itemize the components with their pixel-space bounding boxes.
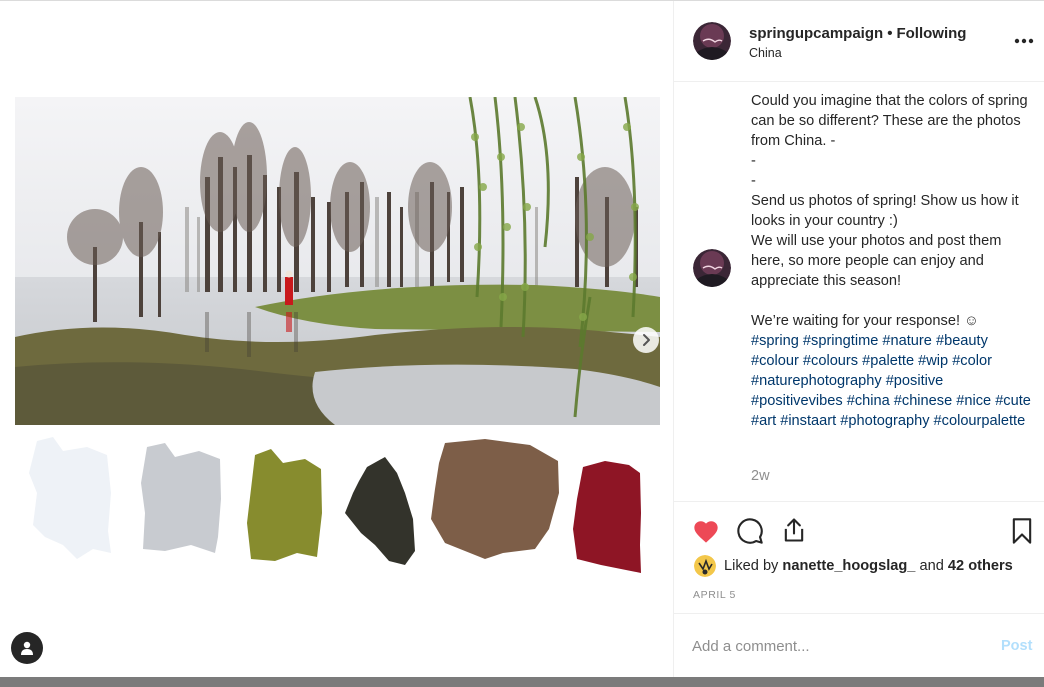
post-sidebar: springupcampaign • Following China Could y…	[673, 1, 1044, 677]
heart-icon	[694, 521, 718, 543]
color-palette-swatches	[15, 433, 660, 578]
comment-input[interactable]	[692, 636, 992, 656]
liked-by-and: and	[919, 558, 944, 574]
post-photo[interactable]	[15, 97, 660, 425]
save-button[interactable]	[1007, 516, 1037, 546]
comment-bubble-icon	[737, 518, 763, 544]
following-button[interactable]: Following	[896, 25, 966, 42]
share-button[interactable]	[779, 515, 809, 545]
chevron-right-icon	[643, 334, 650, 346]
comment-button[interactable]	[735, 516, 765, 546]
profile-button[interactable]	[11, 632, 43, 664]
separator-dot: •	[887, 25, 893, 42]
swatch-4	[345, 457, 415, 565]
bookmark-icon	[1012, 518, 1032, 544]
avatar[interactable]	[693, 22, 731, 60]
location-link[interactable]: China	[749, 46, 782, 60]
comment-box: Post	[674, 614, 1044, 677]
likes-summary: Liked by nanette_hoogslag_ and 42 others	[694, 554, 1013, 578]
liked-by-user-link[interactable]: nanette_hoogslag_	[782, 558, 915, 574]
header-username-line: springupcampaign • Following	[749, 25, 966, 42]
caption-time-ago: 2w	[751, 468, 770, 484]
instagram-post-window: springupcampaign • Following China Could y…	[0, 0, 1044, 687]
post-header: springupcampaign • Following China	[674, 1, 1044, 82]
post-media	[0, 1, 673, 677]
caption-text: Could you imagine that the colors of spr…	[751, 93, 1028, 329]
swatch-3	[247, 449, 322, 561]
caption-avatar[interactable]	[693, 249, 731, 287]
post-actions: Liked by nanette_hoogslag_ and 42 others…	[674, 501, 1044, 614]
post-caption: Could you imagine that the colors of spr…	[751, 91, 1031, 431]
post-comment-button[interactable]: Post	[1001, 638, 1032, 654]
username-link[interactable]: springupcampaign	[749, 25, 883, 42]
swatch-2	[141, 443, 221, 553]
liker-avatar[interactable]	[694, 555, 716, 577]
post-date: APRIL 5	[693, 589, 736, 601]
more-options-button[interactable]	[1012, 29, 1036, 53]
liked-by-others-link[interactable]: 42 others	[948, 558, 1013, 574]
next-photo-button[interactable]	[633, 327, 659, 353]
more-options-icon	[1014, 38, 1034, 44]
share-icon	[784, 518, 804, 542]
like-button[interactable]	[691, 516, 721, 546]
swatch-5	[431, 439, 559, 559]
swatch-6	[573, 461, 641, 573]
liked-by-prefix: Liked by	[724, 558, 779, 574]
caption-hashtags[interactable]: #spring #springtime #nature #beauty #col…	[751, 331, 1031, 431]
profile-icon	[21, 641, 33, 655]
swatch-1	[29, 437, 111, 559]
